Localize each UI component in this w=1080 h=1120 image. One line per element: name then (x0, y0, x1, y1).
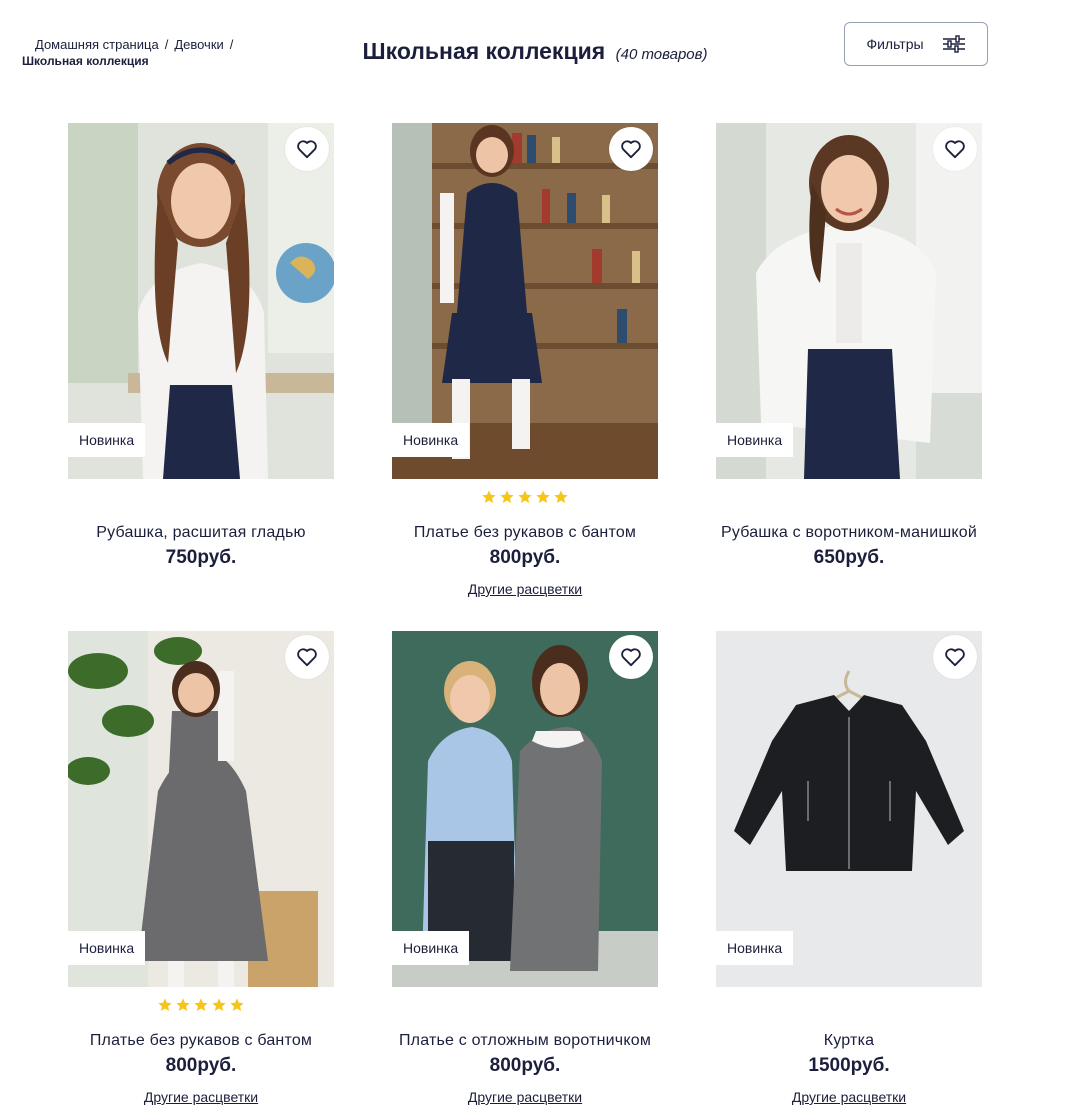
favorite-button[interactable] (609, 127, 653, 171)
product-name[interactable]: Платье без рукавов с бантом (68, 1031, 334, 1051)
other-colors-link[interactable]: Другие расцветки (468, 581, 582, 597)
product-card: Новинка Рубашка, расшитая гладью 750руб. (68, 123, 334, 569)
product-price: 1500руб. (808, 1055, 890, 1076)
heart-icon (945, 140, 965, 159)
favorite-button[interactable] (285, 635, 329, 679)
page-title: Школьная коллекция (362, 38, 606, 64)
product-name[interactable]: Платье без рукавов с бантом (392, 523, 658, 543)
product-card: Новинка Платье с отложным воротничком 80… (392, 631, 658, 1107)
product-image[interactable]: Новинка (716, 631, 982, 987)
product-price: 800руб. (489, 547, 561, 568)
product-card: Новинка Платье без рукавов с бантом 800р… (68, 631, 334, 1107)
other-colors-link[interactable]: Другие расцветки (468, 1089, 582, 1105)
favorite-button[interactable] (933, 635, 977, 679)
star-icon (518, 490, 532, 503)
product-image[interactable]: Новинка (68, 631, 334, 987)
star-icon (212, 998, 226, 1011)
product-price: 800руб. (165, 1055, 237, 1076)
product-image[interactable]: Новинка (68, 123, 334, 479)
product-image[interactable]: Новинка (392, 123, 658, 479)
rating-stars (392, 489, 658, 507)
product-price: 650руб. (813, 547, 885, 568)
heart-icon (297, 648, 317, 667)
new-badge: Новинка (68, 423, 146, 457)
new-badge: Новинка (68, 931, 146, 965)
heart-icon (297, 140, 317, 159)
product-card: Новинка Рубашка с воротником-манишкой 65… (716, 123, 982, 569)
heart-icon (621, 648, 641, 667)
star-icon (158, 998, 172, 1011)
sliders-icon (942, 35, 966, 53)
favorite-button[interactable] (285, 127, 329, 171)
other-colors-link[interactable]: Другие расцветки (144, 1089, 258, 1105)
heart-icon (621, 140, 641, 159)
product-image[interactable]: Новинка (392, 631, 658, 987)
new-badge: Новинка (392, 423, 470, 457)
star-icon (194, 998, 208, 1011)
product-price: 750руб. (165, 547, 237, 568)
star-icon (176, 998, 190, 1011)
filters-label: Фильтры (866, 36, 924, 52)
favorite-button[interactable] (933, 127, 977, 171)
product-card: Новинка Платье без рукавов с бантом 800р… (392, 123, 658, 599)
product-count: (40 товаров) (615, 46, 708, 63)
new-badge: Новинка (392, 931, 470, 965)
rating-stars (68, 997, 334, 1015)
product-price: 800руб. (489, 1055, 561, 1076)
new-badge: Новинка (716, 423, 794, 457)
product-name[interactable]: Рубашка, расшитая гладью (68, 523, 334, 543)
favorite-button[interactable] (609, 635, 653, 679)
heart-icon (945, 648, 965, 667)
filters-button[interactable]: Фильтры (844, 22, 988, 66)
new-badge: Новинка (716, 931, 794, 965)
star-icon (500, 490, 514, 503)
product-image[interactable]: Новинка (716, 123, 982, 479)
other-colors-link[interactable]: Другие расцветки (792, 1089, 906, 1105)
product-card: Новинка Куртка 1500руб. Другие расцветки (716, 631, 982, 1107)
star-icon (554, 490, 568, 503)
star-icon (536, 490, 550, 503)
product-name[interactable]: Куртка (716, 1031, 982, 1051)
product-name[interactable]: Рубашка с воротником-манишкой (716, 523, 982, 543)
product-name[interactable]: Платье с отложным воротничком (392, 1031, 658, 1051)
star-icon (482, 490, 496, 503)
star-icon (230, 998, 244, 1011)
